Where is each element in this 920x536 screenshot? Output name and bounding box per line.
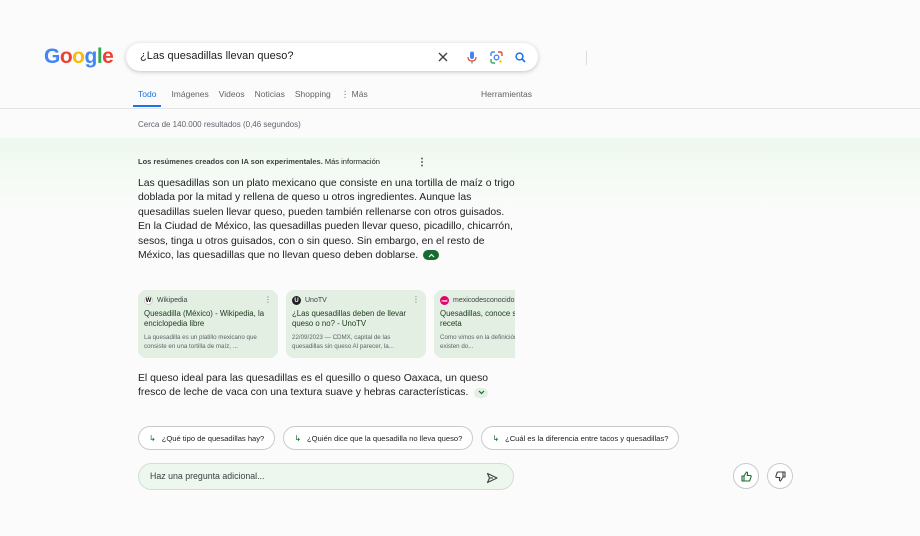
expand-button[interactable] — [474, 387, 489, 398]
source-card[interactable]: md mexicodesconocido Quesadillas, conoce… — [434, 290, 515, 358]
tools-button[interactable]: Herramientas — [481, 89, 532, 99]
source-menu-icon[interactable]: ⋮ — [264, 295, 272, 304]
follow-up-arrow-icon: ↳ — [294, 433, 301, 443]
ai-options-menu[interactable] — [420, 157, 424, 170]
source-cards: W Wikipedia ⋮ Quesadilla (México) - Wiki… — [138, 290, 515, 358]
search-icon — [514, 51, 526, 63]
follow-up-arrow-icon: ↳ — [492, 433, 500, 443]
follow-up-chips: ↳ ¿Qué tipo de quesadillas hay? ↳ ¿Quién… — [138, 426, 687, 450]
chevron-up-icon — [428, 253, 434, 258]
source-title: Quesadilla (México) - Wikipedia, la enci… — [144, 309, 265, 328]
ai-note-text: Los resúmenes creados con IA son experim… — [138, 157, 323, 166]
tab-todo[interactable]: Todo — [133, 89, 162, 107]
follow-up-label: ¿Qué tipo de quesadillas hay? — [161, 433, 265, 443]
source-site: W Wikipedia — [144, 296, 187, 305]
more-vert-icon — [421, 157, 423, 167]
follow-up-arrow-icon: ↳ — [149, 433, 156, 443]
follow-up-label: ¿Cuál es la diferencia entre tacos y que… — [505, 433, 669, 443]
logo-letter: g — [84, 45, 98, 68]
source-site: U UnoTV — [292, 296, 327, 305]
wikipedia-icon: W — [144, 296, 153, 305]
source-card[interactable]: W Wikipedia ⋮ Quesadilla (México) - Wiki… — [138, 290, 278, 358]
voice-search-button[interactable] — [463, 48, 481, 66]
thumbs-up-icon — [740, 470, 752, 482]
follow-up-input[interactable] — [148, 470, 472, 482]
ai-experimental-note: Los resúmenes creados con IA son experim… — [138, 157, 380, 166]
close-icon — [438, 52, 448, 62]
send-icon — [486, 472, 498, 484]
follow-up-chip[interactable]: ↳ ¿Cuál es la diferencia entre tacos y q… — [481, 426, 680, 450]
thumbs-up-button[interactable] — [733, 463, 759, 489]
camera-lens-icon — [489, 50, 503, 64]
source-site-name: Wikipedia — [157, 297, 188, 304]
mexicodesconocido-icon: md — [440, 296, 449, 305]
ai-paragraph-2-text: El queso ideal para las quesadillas es e… — [138, 373, 489, 399]
lens-search-button[interactable] — [487, 48, 505, 66]
ai-overview-paragraph: Las quesadillas son un plato mexicano qu… — [138, 177, 518, 263]
search-box — [126, 43, 587, 71]
ai-paragraph-text: Las quesadillas son un plato mexicano qu… — [138, 178, 515, 262]
search-input[interactable] — [138, 49, 432, 63]
source-title: Quesadillas, conoce su historia y su rec… — [440, 309, 515, 328]
search-divider — [586, 51, 587, 65]
clear-button[interactable] — [434, 48, 452, 66]
send-button[interactable] — [486, 471, 498, 484]
microphone-icon — [467, 51, 477, 63]
google-logo[interactable]: Google — [44, 45, 114, 69]
logo-letter: G — [44, 45, 60, 68]
top-bar: Google ¿Las quesadillas llevan queso? To… — [0, 0, 920, 109]
follow-up-question-box — [138, 463, 514, 490]
tab-videos[interactable]: Videos — [219, 89, 245, 107]
tab-noticias[interactable]: Noticias — [255, 89, 285, 107]
logo-letter: o — [59, 45, 73, 68]
logo-letter: e — [102, 45, 114, 68]
source-snippet: La quesadilla es un platillo mexicano qu… — [144, 334, 257, 350]
search-tabs: Todo Imágenes Videos Noticias Shopping ⋮… — [133, 89, 378, 107]
follow-up-chip[interactable]: ↳ ¿Quién dice que la quesadilla no lleva… — [283, 426, 474, 450]
source-card[interactable]: U UnoTV ⋮ ¿Las quesadillas deben de llev… — [286, 290, 426, 358]
source-site-name: UnoTV — [305, 297, 327, 304]
thumbs-down-icon — [774, 470, 786, 482]
follow-up-label: ¿Quién dice que la quesadilla no lleva q… — [307, 433, 463, 443]
logo-letter: o — [72, 45, 85, 68]
more-info-link[interactable]: Más información — [325, 157, 380, 166]
source-snippet: 22/09/2023 — CDMX, capital de las quesad… — [292, 334, 394, 350]
unotv-icon: U — [292, 296, 301, 305]
follow-up-chip[interactable]: ↳ ¿Qué tipo de quesadillas hay? — [138, 426, 276, 450]
thumbs-down-button[interactable] — [767, 463, 793, 489]
source-title: ¿Las quesadillas deben de llevar queso o… — [292, 309, 406, 328]
result-count: Cerca de 140.000 resultados (0,46 segund… — [138, 120, 301, 129]
tab-mas[interactable]: ⋮ Más — [341, 89, 368, 107]
tab-shopping[interactable]: Shopping — [295, 89, 331, 107]
source-menu-icon[interactable]: ⋮ — [412, 295, 420, 304]
collapse-sources-button[interactable] — [423, 250, 440, 261]
chevron-down-icon — [478, 390, 485, 395]
search-button[interactable] — [511, 48, 529, 66]
source-snippet: Como vimos en la definición del Dicciona… — [440, 334, 515, 350]
ai-overview-paragraph-2: El queso ideal para las quesadillas es e… — [138, 372, 508, 401]
source-site: md mexicodesconocido — [440, 296, 514, 305]
tab-imagenes[interactable]: Imágenes — [171, 89, 208, 107]
source-site-name: mexicodesconocido — [453, 297, 515, 304]
